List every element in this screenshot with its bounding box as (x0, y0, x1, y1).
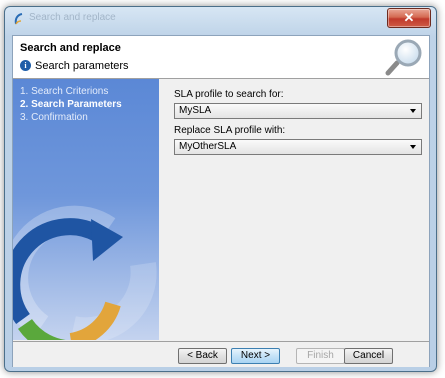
back-button[interactable]: < Back (178, 348, 227, 364)
page-title: Search and replace (20, 42, 121, 54)
chevron-down-icon (410, 109, 416, 113)
info-icon: i (20, 60, 31, 71)
button-bar: < Back Next > Finish Cancel (13, 341, 429, 367)
search-sla-label: SLA profile to search for: (174, 89, 284, 100)
search-sla-select[interactable]: MySLA (174, 103, 422, 119)
wizard-header: Search and replace i Search parameters (13, 36, 429, 79)
page-subtitle: Search parameters (35, 60, 129, 72)
close-button[interactable]: ✕ (387, 8, 431, 28)
step-item-search-criterions: 1. Search Criterions (20, 86, 109, 97)
wizard-window: Search and replace ✕ Search and replace … (4, 6, 437, 372)
replace-sla-label: Replace SLA profile with: (174, 125, 286, 136)
replace-sla-value: MyOtherSLA (179, 141, 237, 152)
magnifier-icon (385, 39, 422, 76)
search-sla-value: MySLA (179, 105, 212, 116)
step-item-search-parameters: 2. Search Parameters (20, 99, 122, 110)
app-icon (14, 13, 23, 25)
finish-button[interactable]: Finish (296, 348, 345, 364)
title-bar[interactable]: Search and replace ✕ (5, 7, 436, 29)
next-button[interactable]: Next > (231, 348, 280, 364)
window-title: Search and replace (29, 12, 116, 22)
cancel-button[interactable]: Cancel (344, 348, 393, 364)
form-panel: SLA profile to search for: MySLA Replace… (160, 79, 429, 340)
replace-sla-select[interactable]: MyOtherSLA (174, 139, 422, 155)
steps-panel: 1. Search Criterions 2. Search Parameter… (13, 79, 159, 340)
wizard-body: Search and replace i Search parameters 1… (12, 35, 430, 367)
step-item-confirmation: 3. Confirmation (20, 112, 88, 123)
chevron-down-icon (410, 145, 416, 149)
